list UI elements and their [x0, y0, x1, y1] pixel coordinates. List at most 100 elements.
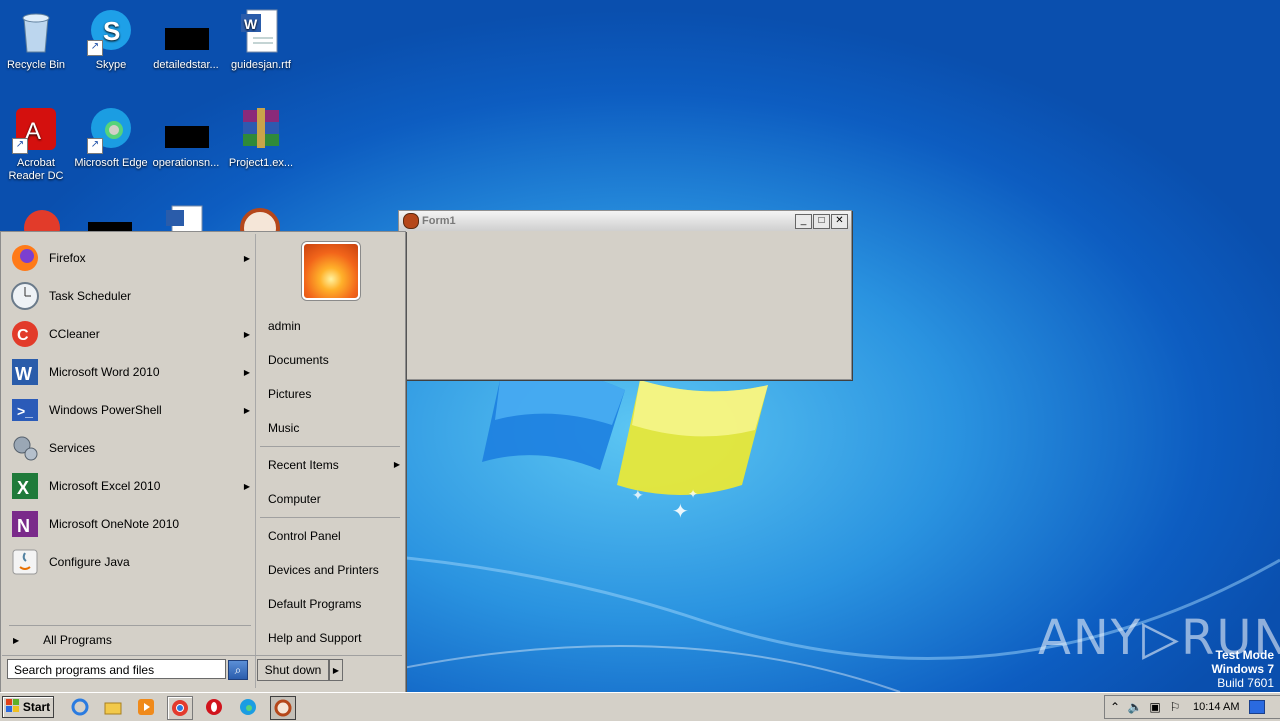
taskbar: Start ⌃ 🔈 ▣ ⚐ 10:14 AM — [0, 692, 1280, 721]
desktop-icon-label: Microsoft Edge — [74, 157, 148, 169]
link-control-panel[interactable]: Control Panel — [268, 526, 341, 546]
program-item-onenote[interactable]: N Microsoft OneNote 2010 — [9, 506, 253, 542]
window-title: Form1 — [422, 215, 456, 227]
desktop-icon-project1[interactable]: Project1.ex... — [223, 106, 299, 170]
divider — [260, 517, 400, 518]
minimize-button[interactable]: _ — [795, 213, 812, 229]
acrobat-icon: A ↗ — [12, 106, 60, 154]
desktop-icon-acrobat[interactable]: A ↗ Acrobat Reader DC — [0, 106, 74, 183]
gears-icon — [9, 432, 41, 464]
link-admin[interactable]: admin — [268, 316, 301, 336]
svg-text:S: S — [103, 16, 120, 46]
divider — [2, 655, 402, 656]
firefox-icon — [9, 242, 41, 274]
desktop-icon-guidesjan[interactable]: W guidesjan.rtf — [223, 8, 299, 72]
windows-flag-icon — [5, 698, 20, 716]
start-menu: Firefox ▶ Task Scheduler C CCleaner ▶ W … — [0, 231, 406, 693]
program-item-word[interactable]: W Microsoft Word 2010 ▶ — [9, 354, 253, 390]
start-button[interactable]: Start — [2, 696, 54, 718]
clock-icon — [9, 280, 41, 312]
desktop-icon-recycle-bin[interactable]: Recycle Bin — [0, 8, 74, 72]
opera-icon[interactable] — [202, 696, 226, 718]
shutdown-button[interactable]: Shut down — [257, 659, 329, 681]
app-icon — [403, 213, 419, 229]
svg-text:✦: ✦ — [672, 501, 689, 523]
desktop-icon-label: Recycle Bin — [6, 59, 66, 71]
start-label: Start — [22, 700, 51, 714]
word-icon: W — [9, 356, 41, 388]
chrome-icon[interactable] — [167, 696, 193, 720]
app-desktop-icon[interactable] — [238, 204, 282, 232]
network-icon[interactable]: ▣ — [1145, 700, 1165, 714]
word-document-icon: W — [237, 8, 285, 56]
divider — [260, 446, 400, 447]
desktop-icon-operations[interactable]: operationsn... — [148, 106, 224, 170]
form1-taskbar-button[interactable] — [270, 696, 296, 720]
submenu-arrow-icon: ▶ — [243, 253, 251, 263]
program-label: Task Scheduler — [49, 289, 132, 303]
program-item-configure-java[interactable]: Configure Java — [9, 544, 253, 580]
recent-items-label: Recent Items — [268, 458, 339, 472]
java-icon — [9, 546, 41, 578]
show-desktop-icon[interactable] — [1249, 700, 1266, 714]
link-recent-items[interactable]: Recent Items ▶ — [268, 455, 400, 475]
onenote-icon: N — [9, 508, 41, 540]
powershell-icon: >_ — [9, 394, 41, 426]
expand-arrow-icon: ▶ — [13, 635, 20, 645]
submenu-arrow-icon: ▶ — [243, 405, 251, 415]
form1-titlebar[interactable]: Form1 _ □ ✕ — [399, 211, 851, 231]
start-menu-links-pane: admin Documents Pictures Music Recent It… — [255, 234, 404, 688]
program-item-ccleaner[interactable]: C CCleaner ▶ — [9, 316, 253, 352]
volume-icon[interactable]: 🔈 — [1125, 700, 1145, 714]
explorer-folder-icon[interactable] — [101, 696, 125, 718]
edge-icon[interactable] — [236, 696, 260, 718]
search-input[interactable]: Search programs and files — [7, 659, 226, 679]
form1-window[interactable]: Form1 _ □ ✕ — [398, 210, 852, 380]
desktop-icon-skype[interactable]: S ↗ Skype — [73, 8, 149, 72]
program-label: Microsoft Word 2010 — [49, 365, 160, 379]
search-icon[interactable]: ⌕ — [228, 660, 248, 680]
svg-text:>_: >_ — [17, 403, 33, 419]
svg-text:W: W — [244, 16, 258, 32]
user-avatar[interactable] — [302, 242, 360, 300]
shutdown-options-arrow-icon[interactable]: ▶ — [329, 659, 343, 681]
program-item-services[interactable]: Services — [9, 430, 253, 466]
link-default-programs[interactable]: Default Programs — [268, 594, 361, 614]
maximize-button[interactable]: □ — [813, 213, 830, 229]
program-item-firefox[interactable]: Firefox ▶ — [9, 240, 253, 276]
close-button[interactable]: ✕ — [831, 213, 848, 229]
program-label: CCleaner — [49, 327, 100, 341]
link-music[interactable]: Music — [268, 418, 299, 438]
link-documents[interactable]: Documents — [268, 350, 329, 370]
shortcut-arrow-icon: ↗ — [12, 138, 28, 154]
desktop-icon-edge[interactable]: ↗ Microsoft Edge — [73, 106, 149, 170]
excel-icon: X — [9, 470, 41, 502]
all-programs-button[interactable]: ▶ All Programs — [13, 630, 112, 650]
program-item-powershell[interactable]: >_ Windows PowerShell ▶ — [9, 392, 253, 428]
media-player-icon[interactable] — [134, 696, 158, 718]
desktop-icon-detailedstar[interactable]: detailedstar... — [148, 8, 224, 72]
show-hidden-icons-icon[interactable]: ⌃ — [1105, 700, 1125, 714]
file-thumbnail-icon — [162, 106, 210, 154]
all-programs-label: All Programs — [43, 633, 112, 647]
link-pictures[interactable]: Pictures — [268, 384, 311, 404]
ie-icon[interactable] — [68, 696, 92, 718]
os-label: Windows 7 — [1211, 662, 1274, 676]
link-devices-and-printers[interactable]: Devices and Printers — [268, 560, 379, 580]
desktop-icon-label: Skype — [95, 59, 127, 71]
link-computer[interactable]: Computer — [268, 489, 321, 509]
action-center-flag-icon[interactable]: ⚐ — [1165, 700, 1185, 714]
program-item-task-scheduler[interactable]: Task Scheduler — [9, 278, 253, 314]
ccleaner-desktop-icon[interactable] — [20, 204, 64, 232]
system-tray: ⌃ 🔈 ▣ ⚐ 10:14 AM — [1104, 695, 1280, 719]
program-label: Microsoft OneNote 2010 — [49, 517, 180, 531]
submenu-arrow-icon: ▶ — [243, 329, 251, 339]
link-help-and-support[interactable]: Help and Support — [268, 628, 361, 648]
submenu-arrow-icon: ▶ — [243, 367, 251, 377]
file-thumbnail-icon — [162, 8, 210, 56]
build-label: Build 7601 — [1217, 676, 1274, 690]
start-menu-programs-pane: Firefox ▶ Task Scheduler C CCleaner ▶ W … — [3, 234, 253, 688]
program-item-excel[interactable]: X Microsoft Excel 2010 ▶ — [9, 468, 253, 504]
word-document-icon[interactable] — [164, 204, 208, 232]
clock[interactable]: 10:14 AM — [1193, 701, 1239, 713]
